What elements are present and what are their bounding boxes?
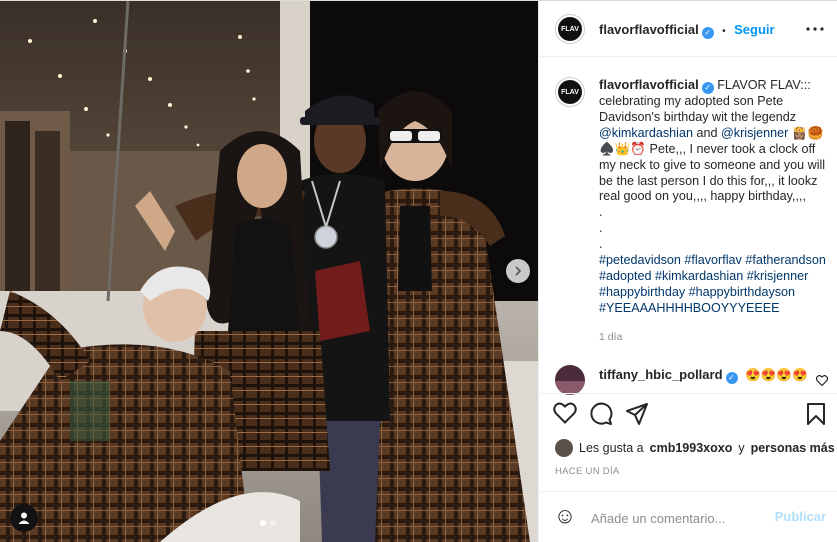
follow-button[interactable]: Seguir [734,22,774,37]
caption-dot: . [599,237,603,252]
post-actions [539,393,837,433]
author-username[interactable]: flavorflavofficial [599,22,699,37]
publish-button[interactable]: Publicar [775,509,826,524]
comment-line: tiffany_hbic_pollard ✓ 😍😍😍😍 [599,367,808,384]
post-timestamp[interactable]: HACE UN DÍA [555,466,620,477]
verified-badge-icon: ✓ [701,27,714,39]
caption-hashtags[interactable]: #petedavidson #flavorflav #fatherandson … [599,253,826,315]
caption-emoji-2: ♠️👑⏰ [599,141,647,156]
mention-kimkardashian[interactable]: @kimkardashian [599,126,693,140]
likes-others-link[interactable]: personas más [751,441,835,455]
comment-text: 😍😍😍😍 [745,368,808,382]
comment-like-heart-icon[interactable] [815,373,829,391]
likes-summary: Les gusta a cmb1993xoxo y personas más [555,439,835,457]
post-header: FLAV flavorflavofficial ✓ • Seguir [539,1,837,57]
comments-area: FLAV flavorflavofficial ✓ FLAVOR FLAV::: … [539,57,837,387]
caption-username[interactable]: flavorflavofficial [599,77,699,92]
verified-badge-icon: ✓ [725,372,738,384]
avatar-logo: FLAV [558,17,582,41]
add-comment-bar: ☺ Publicar [539,491,837,542]
carousel-next-button[interactable] [506,259,530,283]
post-frame: FLAV flavorflavofficial ✓ • Seguir FLAV f… [0,0,837,542]
share-paper-plane-icon[interactable] [625,402,649,431]
post-side-panel: FLAV flavorflavofficial ✓ • Seguir FLAV f… [538,1,837,542]
save-bookmark-icon[interactable] [806,402,826,431]
header-line: flavorflavofficial ✓ • Seguir [599,21,775,39]
header-separator: • [722,26,726,37]
emoji-smiley-icon[interactable]: ☺ [553,504,577,528]
like-heart-icon[interactable] [553,402,577,429]
person-icon [18,512,30,524]
caption-avatar[interactable]: FLAV [555,77,585,107]
carousel-dot-active [260,520,266,526]
commenter-username[interactable]: tiffany_hbic_pollard [599,367,723,382]
caption-and: and [696,125,718,140]
comment-input[interactable] [589,506,773,530]
tagged-users-button[interactable] [10,504,38,532]
comment-bubble-icon[interactable] [589,402,613,431]
caption: flavorflavofficial ✓ FLAVOR FLAV::: celeb… [599,77,831,317]
caption-time: 1 día [599,331,623,343]
mention-krisjenner[interactable]: @krisjenner [721,126,788,140]
caption-dot: . [599,221,603,236]
chevron-right-icon [515,266,522,276]
caption-dot: . [599,205,603,220]
caption-avatar-logo: FLAV [558,80,582,104]
verified-badge-icon: ✓ [701,82,714,94]
author-avatar[interactable]: FLAV [555,14,585,44]
carousel-indicator [260,520,276,526]
caption-emoji-1: 👸🏽🥮 [791,125,824,140]
liker-avatar[interactable] [555,439,573,457]
likes-prefix: Les gusta a [579,441,644,455]
more-options-icon[interactable] [806,18,824,36]
commenter-avatar[interactable] [555,365,585,395]
liker-username[interactable]: cmb1993xoxo [650,441,733,455]
carousel-dot [270,520,276,526]
comment-item: tiffany_hbic_pollard ✓ 😍😍😍😍 [539,359,837,395]
likes-and: y [738,441,745,455]
post-photo[interactable] [0,1,538,542]
photo-illustration [0,1,538,542]
